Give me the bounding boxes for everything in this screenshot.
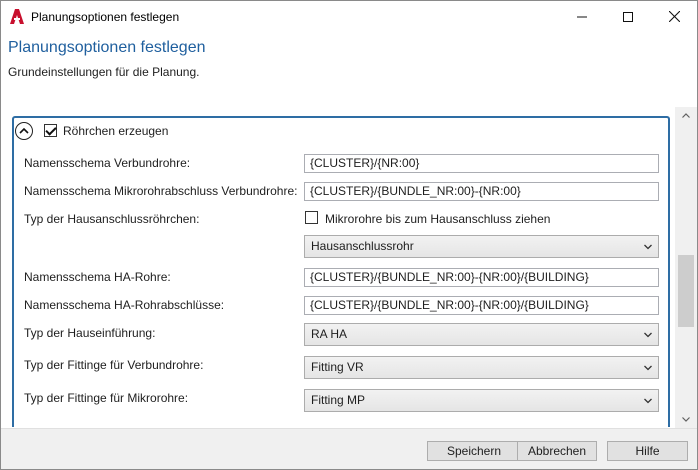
mikro-abschluss-input[interactable]: {CLUSTER}/{BUNDLE_NR:00}-{NR:00} (304, 182, 659, 201)
scroll-up-button[interactable] (675, 107, 697, 124)
chevron-up-circle-icon (19, 127, 29, 134)
fitting-vr-label: Typ der Fittinge für Verbundrohre: (24, 358, 204, 372)
collapse-button[interactable] (15, 122, 33, 140)
hauseinfuehrung-combo[interactable]: RA HA (304, 323, 659, 346)
roehrchen-erzeugen-checkbox[interactable] (44, 124, 57, 137)
hausanschluss-typ-label: Typ der Hausanschlussröhrchen: (24, 212, 200, 226)
title-bar: Planungsoptionen festlegen (1, 1, 697, 32)
vertical-scrollbar[interactable] (675, 107, 697, 428)
hausanschluss-combo-value: Hausanschlussrohr (311, 239, 414, 253)
maximize-icon (623, 11, 633, 22)
scrollbar-thumb[interactable] (678, 255, 694, 327)
close-button[interactable] (651, 1, 697, 32)
fitting-vr-combo[interactable]: Fitting VR (304, 356, 659, 379)
autocad-a-icon (10, 9, 24, 24)
scroll-down-icon (682, 417, 690, 422)
ha-abschluss-label: Namensschema HA-Rohrabschlüsse: (24, 298, 225, 312)
minimize-icon (577, 16, 587, 17)
chevron-down-icon (644, 332, 652, 338)
hausanschluss-combo[interactable]: Hausanschlussrohr (304, 235, 659, 258)
fitting-mp-combo[interactable]: Fitting MP (304, 389, 659, 412)
mikrorohre-hausanschluss-label: Mikrorohre bis zum Hausanschluss ziehen (325, 212, 551, 226)
roehrchen-erzeugen-label: Röhrchen erzeugen (63, 124, 169, 138)
fitting-vr-combo-value: Fitting VR (311, 360, 364, 374)
cancel-button[interactable]: Abbrechen (517, 441, 597, 461)
help-button[interactable]: Hilfe (607, 441, 688, 461)
hauseinfuehrung-combo-value: RA HA (311, 327, 348, 341)
ha-rohre-label: Namensschema HA-Rohre: (24, 270, 171, 284)
minimize-button[interactable] (559, 1, 605, 32)
mikro-abschluss-label: Namensschema Mikrorohrabschluss Verbundr… (24, 184, 298, 198)
ha-rohre-input[interactable]: {CLUSTER}/{BUNDLE_NR:00}-{NR:00}/{BUILDI… (304, 268, 659, 287)
ha-abschluss-input[interactable]: {CLUSTER}/{BUNDLE_NR:00}-{NR:00}/{BUILDI… (304, 296, 659, 315)
fitting-mp-combo-value: Fitting MP (311, 393, 366, 407)
scroll-down-button[interactable] (675, 411, 697, 428)
hauseinfuehrung-label: Typ der Hauseinführung: (24, 326, 156, 340)
chevron-down-icon (644, 244, 652, 250)
scroll-up-icon (682, 113, 690, 118)
page-subtitle: Grundeinstellungen für die Planung. (8, 65, 200, 79)
chevron-down-icon (644, 398, 652, 404)
fitting-mp-label: Typ der Fittinge für Mikrorohre: (24, 391, 189, 405)
mikrorohre-hausanschluss-checkbox[interactable] (305, 211, 318, 224)
window-title: Planungsoptionen festlegen (31, 10, 180, 24)
verbundrohre-input[interactable]: {CLUSTER}/{NR:00} (304, 154, 659, 173)
chevron-down-icon (644, 365, 652, 371)
save-button[interactable]: Speichern (427, 441, 521, 461)
dialog-footer: Speichern Abbrechen Hilfe (1, 428, 697, 469)
dialog-window: Planungsoptionen festlegen Planungsoptio… (0, 0, 698, 470)
verbundrohre-label: Namensschema Verbundrohre: (24, 156, 191, 170)
page-title: Planungsoptionen festlegen (8, 39, 206, 56)
close-icon (668, 11, 680, 22)
maximize-button[interactable] (605, 1, 651, 32)
